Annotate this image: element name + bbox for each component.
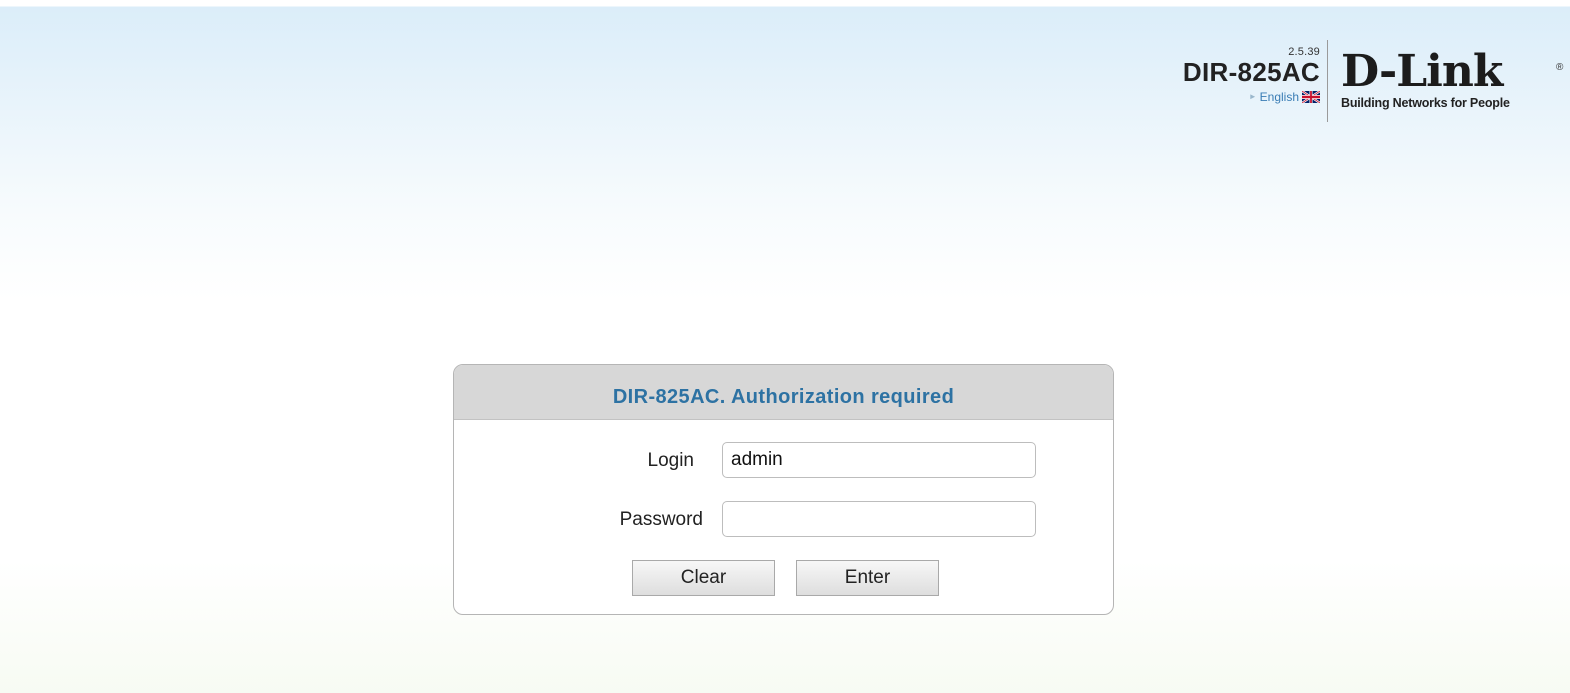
clear-button[interactable]: Clear (632, 560, 775, 596)
uk-flag-icon (1302, 91, 1320, 103)
header-divider (1327, 40, 1328, 122)
password-label: Password (619, 509, 703, 530)
language-selector[interactable]: ► English (1249, 89, 1320, 105)
model-name: DIR-825AC (1182, 57, 1320, 87)
authorization-panel: DIR-825AC. Authorization required Login … (453, 364, 1114, 615)
login-input[interactable] (722, 442, 1036, 478)
login-label: Login (647, 450, 695, 471)
arrow-right-icon: ► (1248, 92, 1257, 101)
login-row: Login (454, 442, 1113, 480)
model-info: 2.5.39 DIR-825AC ► English (1183, 46, 1320, 105)
password-input[interactable] (722, 501, 1036, 537)
logo-tagline: Building Networks for People (1341, 96, 1510, 110)
authorization-title: DIR-825AC. Authorization required (454, 365, 1113, 420)
page-header: 2.5.39 DIR-825AC ► English D-Link ® Buil… (0, 0, 1570, 140)
language-label: English (1259, 90, 1299, 104)
enter-button[interactable]: Enter (796, 560, 939, 596)
logo-text: D-Link (1341, 46, 1503, 97)
dlink-logo: D-Link ® Building Networks for People (1341, 50, 1563, 111)
registered-mark: ® (1556, 62, 1563, 73)
password-row: Password (454, 501, 1113, 539)
